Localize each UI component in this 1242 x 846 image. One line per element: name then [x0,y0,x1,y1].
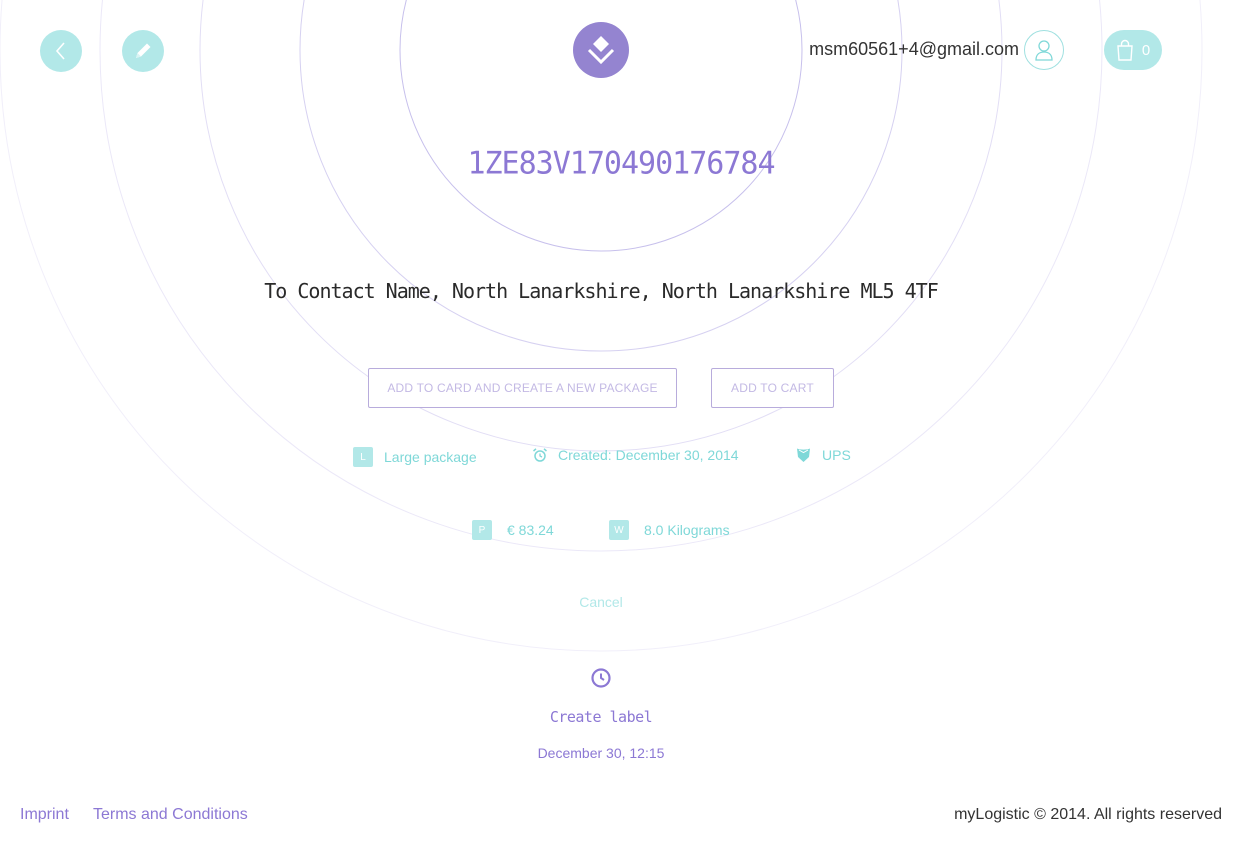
copyright-text: myLogistic © 2014. All rights reserved [954,806,1222,823]
price-badge: P [472,520,492,540]
cart-button[interactable]: 0 [1104,30,1162,70]
created-date-label: Created: December 30, 2014 [558,447,739,463]
created-date: Created: December 30, 2014 [532,447,739,463]
user-email: msm60561+4@gmail.com [809,39,1019,59]
add-and-create-new-button[interactable]: ADD TO CARD AND CREATE A NEW PACKAGE [368,368,677,408]
back-arrow-icon [55,42,65,60]
weight-label: 8.0 Kilograms [644,522,730,538]
ups-shield-icon [797,448,810,462]
size-badge: L [353,447,373,467]
package-size: L Large package [353,447,477,467]
edit-button[interactable] [122,30,164,72]
delivery-address: To Contact Name, North Lanarkshire, Nort… [264,279,939,303]
carrier: UPS [796,447,851,463]
user-icon [1035,40,1053,61]
account-button[interactable] [1024,30,1064,70]
package-size-label: Large package [384,449,477,465]
cart-count: 0 [1141,41,1151,59]
logo-icon [587,36,615,65]
back-button[interactable] [40,30,82,72]
imprint-link[interactable]: Imprint [20,806,69,824]
terms-link[interactable]: Terms and Conditions [93,806,248,824]
shopping-bag-icon [1117,39,1133,61]
tracking-number: 1ZE83V170490176784 [467,145,775,182]
carrier-label: UPS [822,447,851,463]
weight-badge: W [609,520,629,540]
price: P € 83.24 [472,520,554,540]
alarm-clock-icon [533,448,547,462]
cancel-link[interactable]: Cancel [0,594,1202,610]
clock-icon [591,668,611,688]
logo[interactable] [573,22,629,78]
price-label: € 83.24 [507,522,554,538]
add-to-cart-button[interactable]: ADD TO CART [711,368,834,408]
pencil-icon [136,43,151,58]
history-event-date: December 30, 12:15 [537,745,665,761]
history-event-label: Create label [549,708,653,726]
weight: W 8.0 Kilograms [609,520,730,540]
